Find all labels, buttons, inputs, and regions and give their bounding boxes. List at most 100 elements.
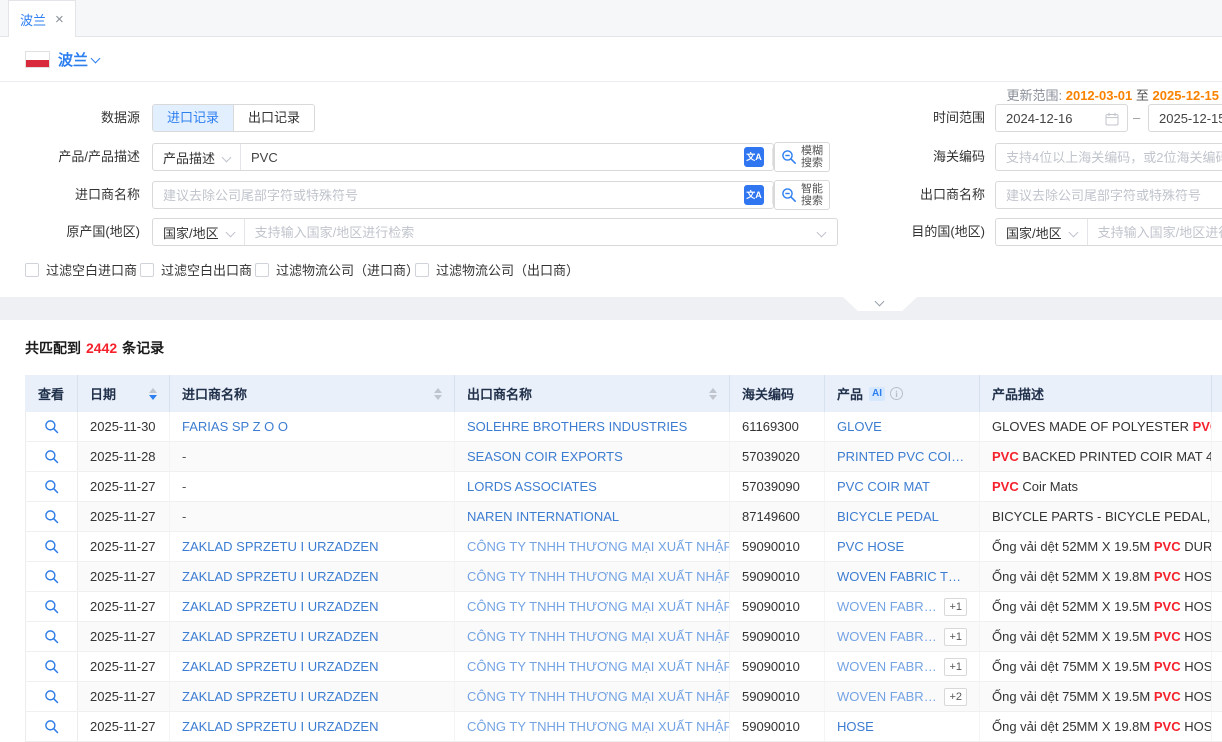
tab-import-records[interactable]: 进口记录 bbox=[153, 105, 233, 131]
destination-type-select[interactable]: 国家/地区 bbox=[996, 219, 1088, 245]
importer-sort-icons[interactable] bbox=[434, 388, 442, 400]
exporter-link[interactable]: NAREN INTERNATIONAL bbox=[467, 509, 619, 524]
filter-checkbox-item[interactable]: 过滤物流公司（出口商） bbox=[415, 260, 579, 279]
translate-icon[interactable]: 文A bbox=[744, 185, 764, 205]
info-icon[interactable]: i bbox=[890, 387, 903, 400]
view-detail-icon[interactable] bbox=[44, 449, 59, 464]
view-detail-icon[interactable] bbox=[44, 539, 59, 554]
exporter-link[interactable]: CÔNG TY TNHH THƯƠNG MẠI XUẤT NHẬP... bbox=[467, 689, 730, 704]
product-link[interactable]: WOVEN FABRIC ... bbox=[837, 652, 937, 681]
checkbox-icon[interactable] bbox=[140, 263, 154, 277]
exporter-link[interactable]: CÔNG TY TNHH THƯƠNG MẠI XUẤT NHẬP... bbox=[467, 599, 730, 614]
hs-code-input-box[interactable] bbox=[995, 143, 1222, 171]
header-importer[interactable]: 进口商名称 bbox=[170, 375, 455, 412]
view-detail-icon[interactable] bbox=[44, 689, 59, 704]
product-link[interactable]: HOSE bbox=[837, 712, 874, 741]
origin-type-select[interactable]: 国家/地区 bbox=[153, 219, 245, 245]
exporter-input-box[interactable] bbox=[995, 181, 1222, 209]
exporter-link[interactable]: CÔNG TY TNHH THƯƠNG MẠI XUẤT NHẬP... bbox=[467, 539, 730, 554]
exporter-link[interactable]: CÔNG TY TNHH THƯƠNG MẠI XUẤT NHẬP... bbox=[467, 569, 730, 584]
product-link[interactable]: WOVEN FABRIC ... bbox=[837, 622, 937, 651]
more-products-badge[interactable]: +1 bbox=[944, 658, 967, 676]
importer-link[interactable]: ZAKLAD SPRZETU I URZADZEN bbox=[182, 569, 378, 584]
view-cell[interactable] bbox=[25, 502, 78, 531]
view-detail-icon[interactable] bbox=[44, 719, 59, 734]
view-detail-icon[interactable] bbox=[44, 479, 59, 494]
checkbox-icon[interactable] bbox=[255, 263, 269, 277]
product-link[interactable]: PRINTED PVC COIR M... bbox=[837, 442, 967, 471]
view-detail-icon[interactable] bbox=[44, 659, 59, 674]
filter-checkbox-item[interactable]: 过滤物流公司（进口商） bbox=[255, 260, 419, 279]
view-cell[interactable] bbox=[25, 622, 78, 651]
chevron-down-icon[interactable] bbox=[91, 54, 101, 64]
description-cell: PVC Coir Mats bbox=[980, 472, 1212, 501]
importer-link[interactable]: ZAKLAD SPRZETU I URZADZEN bbox=[182, 629, 378, 644]
exporter-link[interactable]: CÔNG TY TNHH THƯƠNG MẠI XUẤT NHẬP... bbox=[467, 719, 730, 734]
tab-export-records[interactable]: 出口记录 bbox=[233, 105, 314, 131]
view-detail-icon[interactable] bbox=[44, 419, 59, 434]
checkbox-icon[interactable] bbox=[25, 263, 39, 277]
header-date[interactable]: 日期 bbox=[78, 375, 170, 412]
calendar-icon[interactable] bbox=[1105, 112, 1119, 126]
product-input[interactable] bbox=[241, 144, 744, 170]
more-products-badge[interactable]: +1 bbox=[944, 598, 967, 616]
origin-country-input[interactable] bbox=[245, 219, 818, 245]
exporter-link[interactable]: SEASON COIR EXPORTS bbox=[467, 449, 623, 464]
importer-input[interactable] bbox=[153, 182, 744, 208]
view-cell[interactable] bbox=[25, 592, 78, 621]
view-cell[interactable] bbox=[25, 682, 78, 711]
extra-cell bbox=[1212, 592, 1222, 621]
fuzzy-search-button[interactable]: 模糊搜索 bbox=[774, 142, 830, 172]
product-link[interactable]: GLOVE bbox=[837, 412, 882, 441]
country-selector[interactable]: 波兰 bbox=[58, 49, 88, 70]
product-field-select[interactable]: 产品描述 bbox=[153, 144, 241, 170]
exporter-link[interactable]: LORDS ASSOCIATES bbox=[467, 479, 597, 494]
importer-link[interactable]: ZAKLAD SPRZETU I URZADZEN bbox=[182, 659, 378, 674]
view-cell[interactable] bbox=[25, 712, 78, 741]
checkbox-icon[interactable] bbox=[415, 263, 429, 277]
view-detail-icon[interactable] bbox=[44, 629, 59, 644]
view-detail-icon[interactable] bbox=[44, 509, 59, 524]
product-link[interactable]: PVC HOSE bbox=[837, 532, 904, 561]
product-link[interactable]: WOVEN FABRIC ... bbox=[837, 592, 937, 621]
header-exporter[interactable]: 出口商名称 bbox=[455, 375, 730, 412]
view-detail-icon[interactable] bbox=[44, 569, 59, 584]
exporter-sort-icons[interactable] bbox=[709, 388, 717, 400]
tab-close-icon[interactable]: × bbox=[55, 12, 64, 27]
importer-link[interactable]: ZAKLAD SPRZETU I URZADZEN bbox=[182, 599, 378, 614]
importer-link[interactable]: FARIAS SP Z O O bbox=[182, 419, 288, 434]
date-sort-icons[interactable] bbox=[149, 388, 157, 400]
tab-poland[interactable]: 波兰 × bbox=[8, 0, 76, 37]
product-link[interactable]: PVC COIR MAT bbox=[837, 472, 930, 501]
importer-link[interactable]: ZAKLAD SPRZETU I URZADZEN bbox=[182, 719, 378, 734]
exporter-link[interactable]: SOLEHRE BROTHERS INDUSTRIES bbox=[467, 419, 687, 434]
importer-link[interactable]: ZAKLAD SPRZETU I URZADZEN bbox=[182, 689, 378, 704]
exporter-link[interactable]: CÔNG TY TNHH THƯƠNG MẠI XUẤT NHẬP... bbox=[467, 659, 730, 674]
view-cell[interactable] bbox=[25, 562, 78, 591]
importer-link[interactable]: ZAKLAD SPRZETU I URZADZEN bbox=[182, 539, 378, 554]
destination-country-input[interactable] bbox=[1088, 219, 1222, 245]
date-end-input[interactable] bbox=[1149, 105, 1222, 131]
hs-code-input[interactable] bbox=[996, 144, 1222, 170]
view-cell[interactable] bbox=[25, 472, 78, 501]
translate-icon[interactable]: 文A bbox=[744, 147, 764, 167]
collapse-form-button[interactable] bbox=[843, 297, 917, 311]
product-link[interactable]: WOVEN FABRIC ... bbox=[837, 682, 937, 711]
date-start-input-box[interactable] bbox=[995, 104, 1128, 132]
more-products-badge[interactable]: +2 bbox=[944, 688, 967, 706]
exporter-link[interactable]: CÔNG TY TNHH THƯƠNG MẠI XUẤT NHẬP... bbox=[467, 629, 730, 644]
smart-search-button[interactable]: 智能搜索 bbox=[774, 180, 830, 210]
view-cell[interactable] bbox=[25, 442, 78, 471]
view-cell[interactable] bbox=[25, 652, 78, 681]
chevron-down-icon[interactable] bbox=[817, 227, 827, 237]
product-link[interactable]: BICYCLE PEDAL bbox=[837, 502, 939, 531]
view-cell[interactable] bbox=[25, 412, 78, 441]
exporter-input[interactable] bbox=[996, 182, 1222, 208]
filter-checkbox-item[interactable]: 过滤空白出口商 bbox=[140, 260, 252, 279]
view-detail-icon[interactable] bbox=[44, 599, 59, 614]
more-products-badge[interactable]: +1 bbox=[944, 628, 967, 646]
date-end-input-box[interactable] bbox=[1148, 104, 1222, 132]
filter-checkbox-item[interactable]: 过滤空白进口商 bbox=[25, 260, 137, 279]
product-link[interactable]: WOVEN FABRIC TUBE bbox=[837, 562, 967, 591]
view-cell[interactable] bbox=[25, 532, 78, 561]
